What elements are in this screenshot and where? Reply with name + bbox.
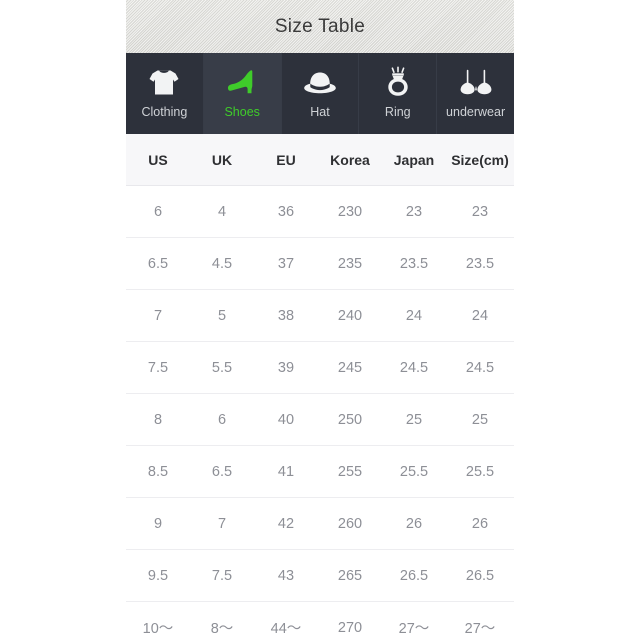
cell: 23 xyxy=(446,185,514,238)
cell: 38 xyxy=(254,289,318,342)
cell: 27〜 xyxy=(446,601,514,640)
table-header-row: US UK EU Korea Japan Size(cm) xyxy=(126,134,514,186)
cell: 27〜 xyxy=(382,601,446,640)
cell: 6 xyxy=(126,185,190,238)
cell: 7.5 xyxy=(126,341,190,394)
category-tab-bar: Clothing Shoes Hat Ring underwear xyxy=(126,53,514,134)
cell: 23.5 xyxy=(446,237,514,290)
ring-icon xyxy=(379,63,417,103)
cell: 25.5 xyxy=(382,445,446,498)
cell: 8〜 xyxy=(190,601,254,640)
tab-label: Ring xyxy=(384,105,411,119)
cell: 42 xyxy=(254,497,318,550)
cell: 25 xyxy=(446,393,514,446)
cell: 24 xyxy=(446,289,514,342)
size-table-screen: Size Table Clothing Shoes Hat Ring underwear… xyxy=(0,0,640,640)
cell: 36 xyxy=(254,185,318,238)
cell: 23 xyxy=(382,185,446,238)
title-bar: Size Table xyxy=(126,0,514,53)
cell: 7.5 xyxy=(190,549,254,602)
cell: 9 xyxy=(126,497,190,550)
column-header-eu: EU xyxy=(254,134,318,186)
cell: 265 xyxy=(318,549,382,602)
cell: 6 xyxy=(190,393,254,446)
cell: 43 xyxy=(254,549,318,602)
cell: 40 xyxy=(254,393,318,446)
cell: 6.5 xyxy=(126,237,190,290)
cell: 5 xyxy=(190,289,254,342)
column-header-uk: UK xyxy=(190,134,254,186)
tshirt-icon xyxy=(145,63,183,103)
cell: 7 xyxy=(190,497,254,550)
column-header-korea: Korea xyxy=(318,134,382,186)
table-row: 9.5 7.5 43 265 26.5 26.5 xyxy=(126,549,514,602)
cell: 24.5 xyxy=(446,341,514,394)
cell: 255 xyxy=(318,445,382,498)
table-header: US UK EU Korea Japan Size(cm) xyxy=(126,134,514,186)
cell: 23.5 xyxy=(382,237,446,290)
tab-hat[interactable]: Hat xyxy=(281,53,360,134)
table-row: 9 7 42 260 26 26 xyxy=(126,497,514,550)
cell: 26.5 xyxy=(446,549,514,602)
cell: 5.5 xyxy=(190,341,254,394)
table-row: 8 6 40 250 25 25 xyxy=(126,393,514,446)
cell: 25.5 xyxy=(446,445,514,498)
bra-icon xyxy=(457,63,495,103)
cell: 7 xyxy=(126,289,190,342)
high-heel-icon xyxy=(223,63,261,103)
cell: 25 xyxy=(382,393,446,446)
cell: 240 xyxy=(318,289,382,342)
cell: 24 xyxy=(382,289,446,342)
table-row: 8.5 6.5 41 255 25.5 25.5 xyxy=(126,445,514,498)
column-header-japan: Japan xyxy=(382,134,446,186)
cell: 9.5 xyxy=(126,549,190,602)
tab-clothing[interactable]: Clothing xyxy=(126,53,204,134)
table-row: 6 4 36 230 23 23 xyxy=(126,185,514,238)
cell: 24.5 xyxy=(382,341,446,394)
cell: 250 xyxy=(318,393,382,446)
page-title: Size Table xyxy=(274,15,366,37)
column-header-sizecm: Size(cm) xyxy=(446,134,514,186)
cell: 26 xyxy=(446,497,514,550)
tab-label: Hat xyxy=(310,105,330,119)
cell: 4 xyxy=(190,185,254,238)
cell: 260 xyxy=(318,497,382,550)
cell: 41 xyxy=(254,445,318,498)
cell: 8.5 xyxy=(126,445,190,498)
tab-label: Clothing xyxy=(141,105,188,119)
cell: 6.5 xyxy=(190,445,254,498)
cell: 10〜 xyxy=(126,601,190,640)
table-row: 7.5 5.5 39 245 24.5 24.5 xyxy=(126,341,514,394)
tab-ring[interactable]: Ring xyxy=(359,53,438,134)
cell: 245 xyxy=(318,341,382,394)
cell: 235 xyxy=(318,237,382,290)
cell: 8 xyxy=(126,393,190,446)
column-header-us: US xyxy=(126,134,190,186)
size-table: US UK EU Korea Japan Size(cm) 6 4 36 230 23 23 6.5 4… xyxy=(126,134,514,640)
hat-icon xyxy=(301,63,339,103)
cell: 270 xyxy=(318,601,382,640)
table-row: 10〜 8〜 44〜 270 27〜 27〜 xyxy=(126,601,514,640)
cell: 37 xyxy=(254,237,318,290)
tab-label: Shoes xyxy=(224,105,260,119)
cell: 230 xyxy=(318,185,382,238)
cell: 4.5 xyxy=(190,237,254,290)
cell: 39 xyxy=(254,341,318,394)
tab-label: underwear xyxy=(446,105,506,119)
content-panel: Size Table Clothing Shoes Hat Ring underwear… xyxy=(126,0,514,640)
cell: 44〜 xyxy=(254,601,318,640)
table-row: 6.5 4.5 37 235 23.5 23.5 xyxy=(126,237,514,290)
table-row: 7 5 38 240 24 24 xyxy=(126,289,514,342)
cell: 26.5 xyxy=(382,549,446,602)
tab-underwear[interactable]: underwear xyxy=(437,53,514,134)
cell: 26 xyxy=(382,497,446,550)
table-body: 6 4 36 230 23 23 6.5 4.5 37 235 23.5 23.5 7 5 38 240 24 2… xyxy=(126,185,514,640)
tab-shoes[interactable]: Shoes xyxy=(203,53,282,134)
